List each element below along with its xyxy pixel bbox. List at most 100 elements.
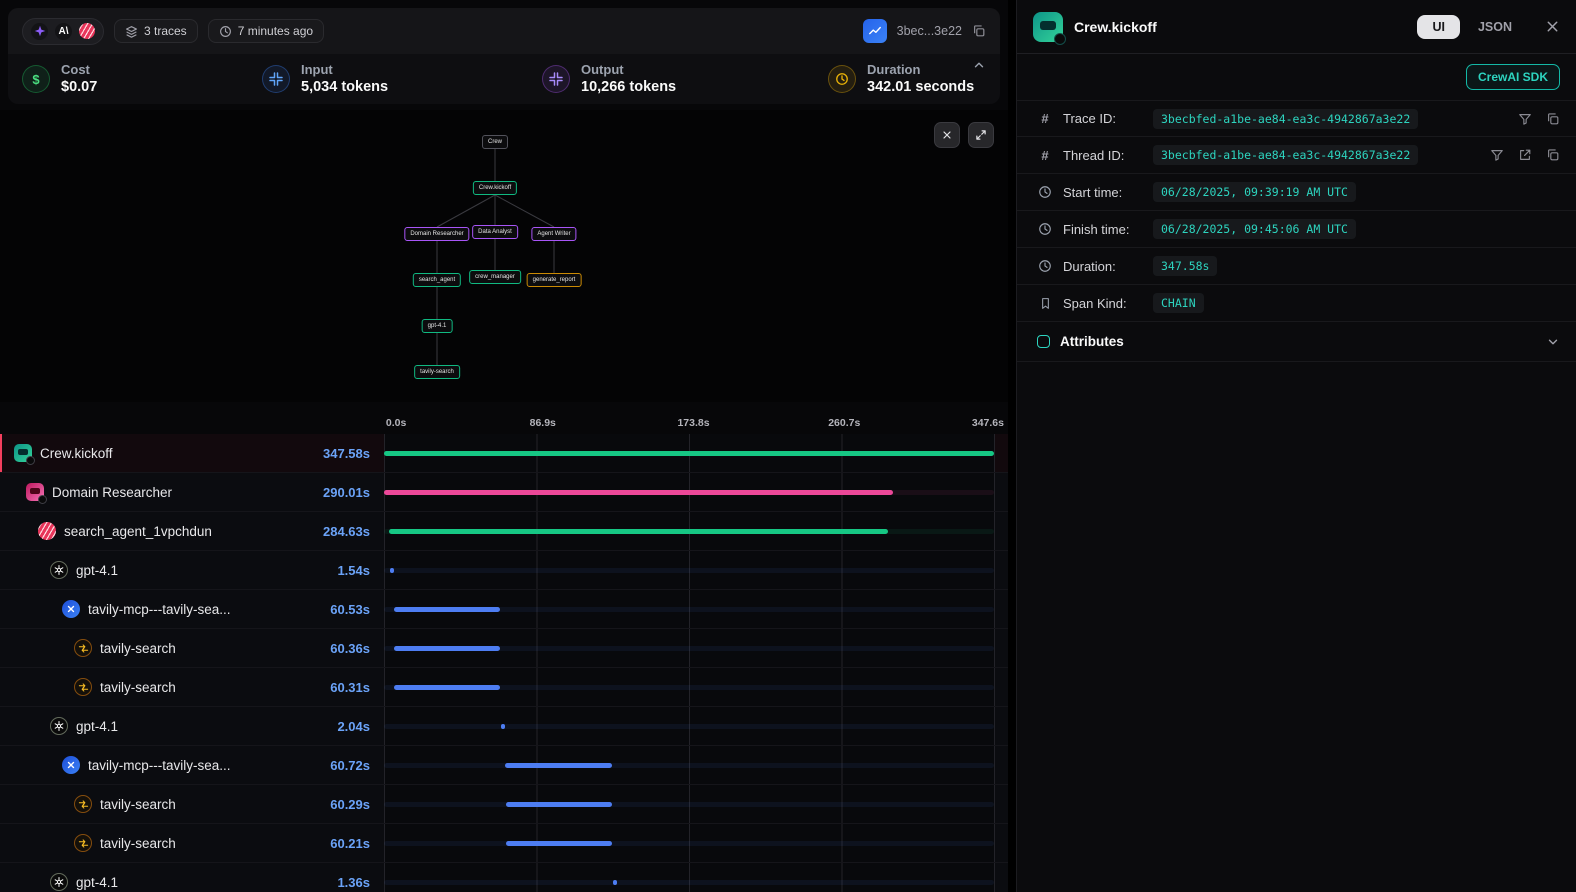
external-link-icon[interactable] xyxy=(1518,148,1532,162)
span-duration: 2.04s xyxy=(337,719,370,734)
tavily-search-icon xyxy=(74,795,92,813)
attributes-section[interactable]: Attributes xyxy=(1017,322,1576,362)
span-name: Domain Researcher xyxy=(52,485,172,500)
span-row[interactable]: tavily-search 60.31s xyxy=(0,668,1008,707)
span-bar-track xyxy=(384,629,995,667)
span-duration: 1.54s xyxy=(337,563,370,578)
bar-track xyxy=(384,724,994,729)
graph-node[interactable]: generate_report xyxy=(527,273,582,287)
span-name: tavily-search xyxy=(100,680,176,695)
stat-duration: Duration 342.01 seconds xyxy=(828,62,974,96)
chevron-up-icon[interactable] xyxy=(972,58,986,77)
attributes-icon xyxy=(1037,335,1050,348)
tavily-search-icon xyxy=(74,639,92,657)
graph-node[interactable]: Crew.kickoff xyxy=(473,181,517,195)
field-value: 347.58s xyxy=(1153,256,1217,276)
span-row[interactable]: gpt-4.1 2.04s xyxy=(0,707,1008,746)
span-duration: 60.21s xyxy=(330,836,370,851)
close-graph-icon[interactable] xyxy=(934,122,960,148)
field-thread-id: # Thread ID: 3becbfed-a1be-ae84-ea3c-494… xyxy=(1017,137,1576,174)
stat-value: $0.07 xyxy=(61,78,97,96)
mcp-tool-icon xyxy=(62,600,80,618)
close-icon[interactable] xyxy=(1545,19,1560,34)
stat-value: 10,266 tokens xyxy=(581,78,676,96)
span-row[interactable]: gpt-4.1 1.36s xyxy=(0,863,1008,892)
details-title: Crew.kickoff xyxy=(1074,19,1157,35)
openai-icon xyxy=(50,561,68,579)
trace-graph[interactable]: Crew Crew.kickoff Domain ResearcherData An… xyxy=(0,110,1008,402)
graph-node[interactable]: search_agent xyxy=(413,273,461,287)
view-toggle: UI JSON xyxy=(1417,15,1524,39)
span-duration: 60.36s xyxy=(330,641,370,656)
trace-id-short: 3bec...3e22 xyxy=(897,24,962,38)
field-label: Span Kind: xyxy=(1063,296,1143,311)
field-value: 3becbfed-a1be-ae84-ea3c-4942867a3e22 xyxy=(1153,145,1418,165)
graph-node[interactable]: crew_manager xyxy=(469,270,521,284)
search-agent-icon xyxy=(38,522,56,540)
span-row[interactable]: tavily-search 60.29s xyxy=(0,785,1008,824)
span-bar xyxy=(394,646,500,651)
span-name: gpt-4.1 xyxy=(76,563,118,578)
span-bar xyxy=(384,451,994,456)
field-label: Trace ID: xyxy=(1063,111,1143,126)
dollar-icon: $ xyxy=(22,65,50,93)
filter-icon[interactable] xyxy=(1490,148,1504,162)
span-duration: 60.29s xyxy=(330,797,370,812)
span-bar-track xyxy=(384,863,995,892)
traces-count-label: 3 traces xyxy=(144,24,187,38)
details-fields: # Trace ID: 3becbfed-a1be-ae84-ea3c-4942… xyxy=(1017,100,1576,322)
details-header: Crew.kickoff UI JSON xyxy=(1017,0,1576,54)
span-row[interactable]: search_agent_1vpchdun 284.63s xyxy=(0,512,1008,551)
span-duration: 1.36s xyxy=(337,875,370,890)
chart-icon[interactable] xyxy=(863,19,887,43)
graph-node[interactable]: Data Analyst xyxy=(472,225,518,239)
span-bar xyxy=(394,685,500,690)
expand-graph-icon[interactable] xyxy=(968,122,994,148)
chevron-down-icon xyxy=(1546,335,1560,349)
span-row[interactable]: tavily-search 60.21s xyxy=(0,824,1008,863)
span-row[interactable]: tavily-mcp---tavily-sea... 60.53s xyxy=(0,590,1008,629)
layers-icon xyxy=(125,25,138,38)
tavily-search-icon xyxy=(74,678,92,696)
copy-icon[interactable] xyxy=(1546,148,1560,162)
provider-icons: A\ xyxy=(22,18,104,45)
graph-node[interactable]: Crew xyxy=(482,135,508,149)
tab-ui[interactable]: UI xyxy=(1417,15,1460,39)
axis-tick: 173.8s xyxy=(677,417,709,429)
copy-icon[interactable] xyxy=(972,24,986,38)
time-ago-badge[interactable]: 7 minutes ago xyxy=(208,19,324,43)
stat-label: Duration xyxy=(867,62,974,78)
axis-tick: 0.0s xyxy=(386,417,406,429)
traces-count-badge[interactable]: 3 traces xyxy=(114,19,198,43)
filter-icon[interactable] xyxy=(1518,112,1532,126)
field-value: CHAIN xyxy=(1153,293,1204,313)
copy-icon[interactable] xyxy=(1546,112,1560,126)
span-bar-track xyxy=(384,824,995,862)
bar-track xyxy=(384,802,994,807)
graph-node[interactable]: gpt-4.1 xyxy=(422,319,453,333)
field-label: Thread ID: xyxy=(1063,148,1143,163)
span-bar-track xyxy=(384,512,995,550)
span-bar-track xyxy=(384,746,995,784)
graph-node[interactable]: Domain Researcher xyxy=(404,227,469,241)
span-bar-track xyxy=(384,668,995,706)
axis-tick: 260.7s xyxy=(828,417,860,429)
axis-tick: 347.6s xyxy=(972,417,1004,429)
span-row[interactable]: Domain Researcher 290.01s xyxy=(0,473,1008,512)
span-row[interactable]: tavily-search 60.36s xyxy=(0,629,1008,668)
tavily-search-icon xyxy=(74,834,92,852)
graph-node[interactable]: Agent Writer xyxy=(531,227,576,241)
trace-viewer: A\ 3 traces 7 minutes ago 3bec...3e22 xyxy=(0,0,1576,892)
span-bar-track xyxy=(384,551,995,589)
span-row[interactable]: tavily-mcp---tavily-sea... 60.72s xyxy=(0,746,1008,785)
span-row[interactable]: gpt-4.1 1.54s xyxy=(0,551,1008,590)
tab-json[interactable]: JSON xyxy=(1466,15,1524,39)
span-row[interactable]: Crew.kickoff 347.58s xyxy=(0,434,1008,473)
span-duration: 60.53s xyxy=(330,602,370,617)
span-bar-track xyxy=(384,590,995,628)
time-ago-label: 7 minutes ago xyxy=(238,24,313,38)
field-finish-time: Finish time: 06/28/2025, 09:45:06 AM UTC xyxy=(1017,211,1576,248)
span-bar-track xyxy=(384,785,995,823)
span-duration: 60.31s xyxy=(330,680,370,695)
graph-node[interactable]: tavily-search xyxy=(414,365,460,379)
